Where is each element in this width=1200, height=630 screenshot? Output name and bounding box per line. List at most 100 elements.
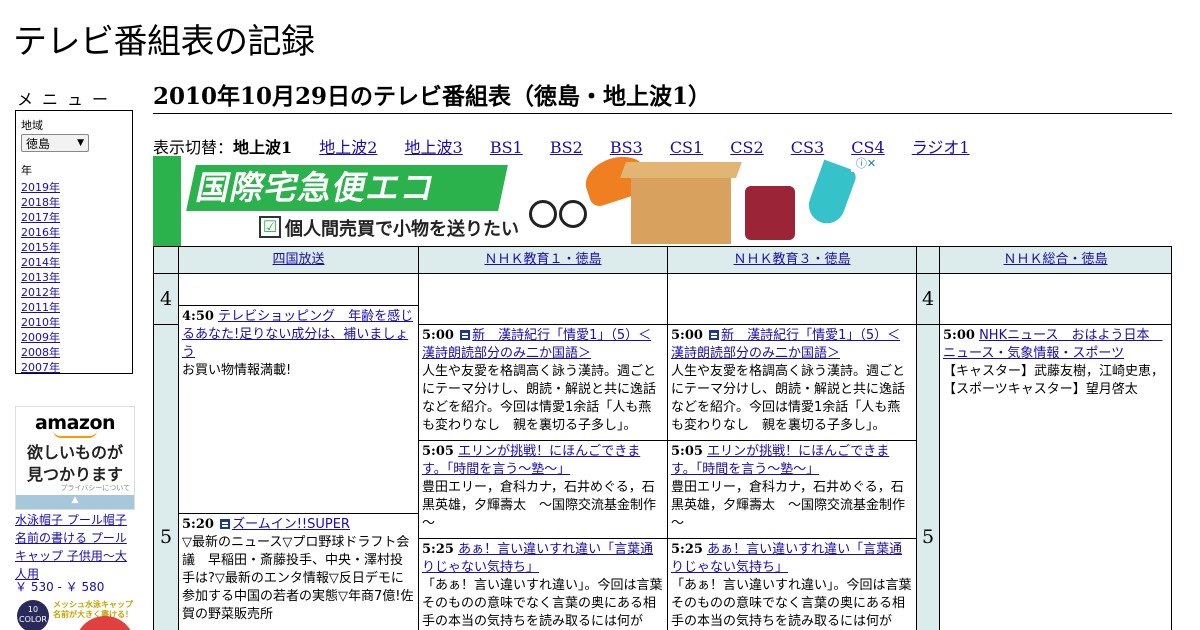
program-desc: ▽最新のニュース▽プロ野球ドラフト会議 早稲田・斎藤投手、中央・澤村投手は?▽最… xyxy=(182,535,414,622)
year-link[interactable]: 2017年 xyxy=(21,211,60,224)
program-desc: お買い物情報満載! xyxy=(182,363,292,378)
menu-box: 地域 徳島 ▼ 年 2019年 2018年 2017年 2016年 2015年 … xyxy=(15,110,133,374)
program-cell: 4:50 テレビショッピング 年齢を感じるあなた!足りない成分は、補いましょう … xyxy=(178,305,419,514)
schedule-table: 四国放送 ＮＨＫ教育１・徳島 ＮＨＫ教育３・徳島 ＮＨＫ総合・徳島 4 5 4 … xyxy=(153,246,1172,630)
page-heading: 2010年10月29日のテレビ番組表（徳島・地上波1） xyxy=(153,82,1172,114)
program-title[interactable]: テレビショッピング 年齢を感じるあなた!足りない成分は、補いましょう xyxy=(182,309,413,360)
adchoices-icon[interactable]: ⓘ✕ xyxy=(851,156,881,172)
program-desc: 【キャスター】武藤友樹，江崎史恵，【スポーツキャスター】望月啓太 xyxy=(943,364,1165,397)
program-time: 5:20 xyxy=(182,517,214,532)
year-link[interactable]: 2014年 xyxy=(21,256,60,269)
empty-slot xyxy=(418,273,668,325)
expand-bar[interactable]: ▲ xyxy=(16,495,134,509)
handbag-icon xyxy=(745,186,795,240)
hour-cell: 5 xyxy=(153,324,179,630)
site-title: テレビ番組表の記録 xyxy=(13,22,315,62)
banner-strip xyxy=(153,156,181,246)
year-link[interactable]: 2008年 xyxy=(21,346,60,359)
year-link[interactable]: 2016年 xyxy=(21,226,60,239)
hour-cell: 4 xyxy=(916,273,940,325)
program-cell: 5:20 ズームイン!!SUPER ▽最新のニュース▽プロ野球ドラフト会議 早稲… xyxy=(178,513,419,630)
region-label: 地域 xyxy=(21,119,43,132)
switch-link-terrestrial2[interactable]: 地上波2 xyxy=(319,138,377,157)
year-link[interactable]: 2007年 xyxy=(21,361,60,374)
channel-link[interactable]: ＮＨＫ総合・徳島 xyxy=(1003,252,1107,267)
program-cell: 5:25 あぁ！言い違いすれ違い「言葉通りじゃない気持ち」 「あぁ！言い違いすれ… xyxy=(667,538,917,630)
switch-link-bs1[interactable]: BS1 xyxy=(490,138,523,157)
year-list: 2019年 2018年 2017年 2016年 2015年 2014年 2013… xyxy=(21,180,127,375)
cardboard-box-icon xyxy=(620,162,742,244)
year-link[interactable]: 2011年 xyxy=(21,301,60,314)
switch-link-cs1[interactable]: CS1 xyxy=(670,138,703,157)
program-title[interactable]: エリンが挑戦！にほんごできます。「時間を言う～塾～」 xyxy=(422,444,640,477)
banner-subtext: 個人間売買で小物を送りたい xyxy=(285,219,519,240)
program-title[interactable]: NHKニュース おはよう日本 ニュース・気象情報・スポーツ xyxy=(943,328,1162,361)
program-title[interactable]: 新 漢詩紀行「情愛1」（5）＜漢詩朗読部分のみ二か国語＞ xyxy=(422,328,651,361)
product-link[interactable]: 水泳帽子 プール帽子 名前の書ける プールキャップ 子供用～大人用 xyxy=(15,511,137,583)
program-cell: 5:00 新 漢詩紀行「情愛1」（5）＜漢詩朗読部分のみ二か国語＞ 人生や友愛を… xyxy=(667,324,917,441)
switch-link-terrestrial3[interactable]: 地上波3 xyxy=(405,138,463,157)
year-link[interactable]: 2012年 xyxy=(21,286,60,299)
program-time: 5:00 xyxy=(422,328,454,343)
region-value: 徳島 xyxy=(26,136,51,151)
year-link[interactable]: 2018年 xyxy=(21,196,60,209)
data-broadcast-icon xyxy=(709,330,720,340)
program-cell: 5:00 新 漢詩紀行「情愛1」（5）＜漢詩朗読部分のみ二か国語＞ 人生や友愛を… xyxy=(418,324,668,441)
empty-slot xyxy=(667,273,917,325)
glasses-icon xyxy=(529,200,587,228)
program-time: 4:50 xyxy=(182,309,214,324)
program-title[interactable]: あぁ！言い違いすれ違い「言葉通りじゃない気持ち」 xyxy=(671,542,902,575)
switch-link-cs3[interactable]: CS3 xyxy=(791,138,824,157)
program-time: 5:00 xyxy=(671,328,703,343)
menu-heading: メニュー xyxy=(17,90,118,109)
broadcast-switcher: 表示切替：地上波1 地上波2 地上波3 BS1 BS2 BS3 CS1 CS2 … xyxy=(153,134,970,158)
program-desc: 人生や友愛を格調高く詠う漢詩。週ごとにテーマ分けし、朗読・解説と共に逸話などを紹… xyxy=(422,364,657,433)
channel-header: ＮＨＫ教育３・徳島 xyxy=(667,246,917,274)
hour-cell: 4 xyxy=(153,273,179,325)
corner-cell xyxy=(916,246,940,274)
program-cell: 5:05 エリンが挑戦！にほんごできます。「時間を言う～塾～」 豊田エリー，倉科… xyxy=(418,440,668,539)
program-cell: 5:25 あぁ！言い違いすれ違い「言葉通りじゃない気持ち」 「あぁ！言い違いすれ… xyxy=(418,538,668,630)
program-title[interactable]: 新 漢詩紀行「情愛1」（5）＜漢詩朗読部分のみ二か国語＞ xyxy=(671,328,900,361)
switch-link-bs2[interactable]: BS2 xyxy=(550,138,583,157)
data-broadcast-icon xyxy=(460,330,471,340)
year-link[interactable]: 2010年 xyxy=(21,316,60,329)
switch-link-cs4[interactable]: CS4 xyxy=(851,138,884,157)
program-desc: 「あぁ！言い違いすれ違い」。今回は言葉そのものの意味でなく言葉の奥にある相手の本… xyxy=(671,578,912,629)
channel-link[interactable]: ＮＨＫ教育３・徳島 xyxy=(733,252,850,267)
program-title[interactable]: エリンが挑戦！にほんごできます。「時間を言う～塾～」 xyxy=(671,444,889,477)
year-link[interactable]: 2015年 xyxy=(21,241,60,254)
amazon-logo: amazon xyxy=(34,412,116,434)
data-broadcast-icon xyxy=(220,519,231,529)
program-time: 5:05 xyxy=(671,444,703,459)
channel-link[interactable]: 四国放送 xyxy=(272,252,324,267)
region-select[interactable]: 徳島 ▼ xyxy=(21,134,89,152)
program-cell: 5:00 NHKニュース おはよう日本 ニュース・気象情報・スポーツ 【キャスタ… xyxy=(939,324,1172,630)
year-label: 年 xyxy=(21,164,32,177)
program-desc: 豊田エリー，倉科カナ，石井めぐる，石黒英雄，夕輝壽太 ～国際交流基金制作～ xyxy=(422,480,657,531)
year-link[interactable]: 2013年 xyxy=(21,271,60,284)
program-title[interactable]: ズームイン!!SUPER xyxy=(232,517,350,532)
amazon-ad[interactable]: amazon 欲しいものが 見つかります プライバシーについて ▲ xyxy=(15,406,135,510)
product-thumbnail[interactable]: 10 COLOR メッシュ水泳キャップ 名前が大きく書ける！ xyxy=(15,598,135,630)
switch-link-bs3[interactable]: BS3 xyxy=(610,138,643,157)
switch-link-radio1[interactable]: ラジオ1 xyxy=(912,138,970,157)
program-time: 5:25 xyxy=(671,542,703,557)
year-link[interactable]: 2009年 xyxy=(21,331,60,344)
switch-link-cs2[interactable]: CS2 xyxy=(730,138,763,157)
year-link[interactable]: 2019年 xyxy=(21,181,60,194)
program-desc: 人生や友愛を格調高く詠う漢詩。週ごとにテーマ分けし、朗読・解説と共に逸話などを紹… xyxy=(671,364,906,433)
program-title[interactable]: あぁ！言い違いすれ違い「言葉通りじゃない気持ち」 xyxy=(422,542,653,575)
program-time: 5:05 xyxy=(422,444,454,459)
channel-link[interactable]: ＮＨＫ教育１・徳島 xyxy=(484,252,601,267)
channel-header: ＮＨＫ総合・徳島 xyxy=(939,246,1172,274)
color-badge: 10 COLOR xyxy=(17,600,49,630)
empty-slot xyxy=(939,273,1172,325)
privacy-link[interactable]: プライバシーについて xyxy=(60,483,130,493)
program-time: 5:25 xyxy=(422,542,454,557)
banner-headline: 国際宅急便エコ xyxy=(186,165,508,211)
ad-banner[interactable]: 国際宅急便エコ ☑ 個人間売買で小物を送りたい ⓘ✕ xyxy=(153,156,881,246)
switch-current: 地上波1 xyxy=(233,138,293,157)
program-desc: 「あぁ！言い違いすれ違い」。今回は言葉そのものの意味でなく言葉の奥にある相手の本… xyxy=(422,578,663,629)
corner-cell xyxy=(153,246,179,274)
